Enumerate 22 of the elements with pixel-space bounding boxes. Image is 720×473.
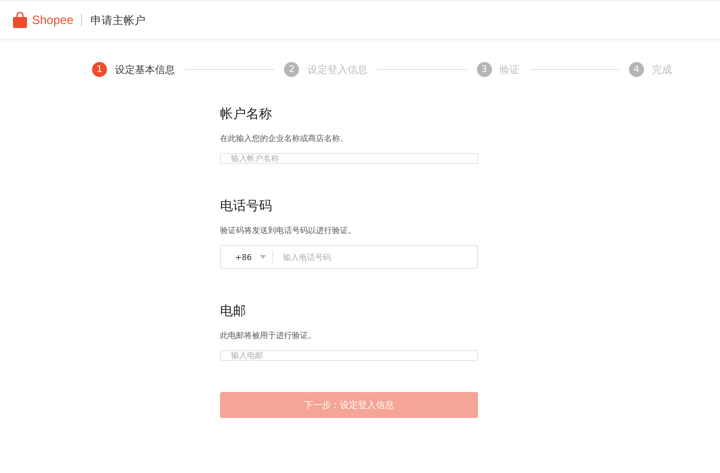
step-label: 完成: [652, 64, 672, 76]
section-title: 电话号码: [220, 198, 273, 215]
input-field[interactable]: 输入电邮: [220, 350, 478, 361]
step-number: 1: [92, 62, 107, 77]
section-description: 验证码将发送到电话号码以进行验证。: [220, 225, 357, 236]
shopping-bag-icon: [13, 12, 27, 28]
section-description: 在此输入您的企业名称或商店名称。: [220, 133, 349, 144]
section-description: 此电邮将被用于进行验证。: [220, 330, 317, 341]
step-number: 2: [284, 62, 300, 77]
caret-icon: [260, 255, 266, 259]
step-number: 3: [476, 62, 492, 77]
country-code-dropdown[interactable]: +86: [221, 251, 273, 263]
step-number: 4: [628, 62, 644, 77]
page-title: 申请主帐户: [90, 12, 146, 28]
input-field[interactable]: 输入帐户名称: [220, 153, 478, 164]
step-label: 设定登入信息: [307, 64, 368, 76]
phone-field[interactable]: +86 输入电话号码: [220, 245, 478, 269]
step-label: 设定基本信息: [115, 64, 175, 76]
step-label: 验证: [500, 64, 520, 76]
logo-text[interactable]: Shopee: [32, 13, 74, 27]
section-title: 电邮: [220, 303, 247, 320]
section-title: 帐户名称: [220, 106, 273, 123]
